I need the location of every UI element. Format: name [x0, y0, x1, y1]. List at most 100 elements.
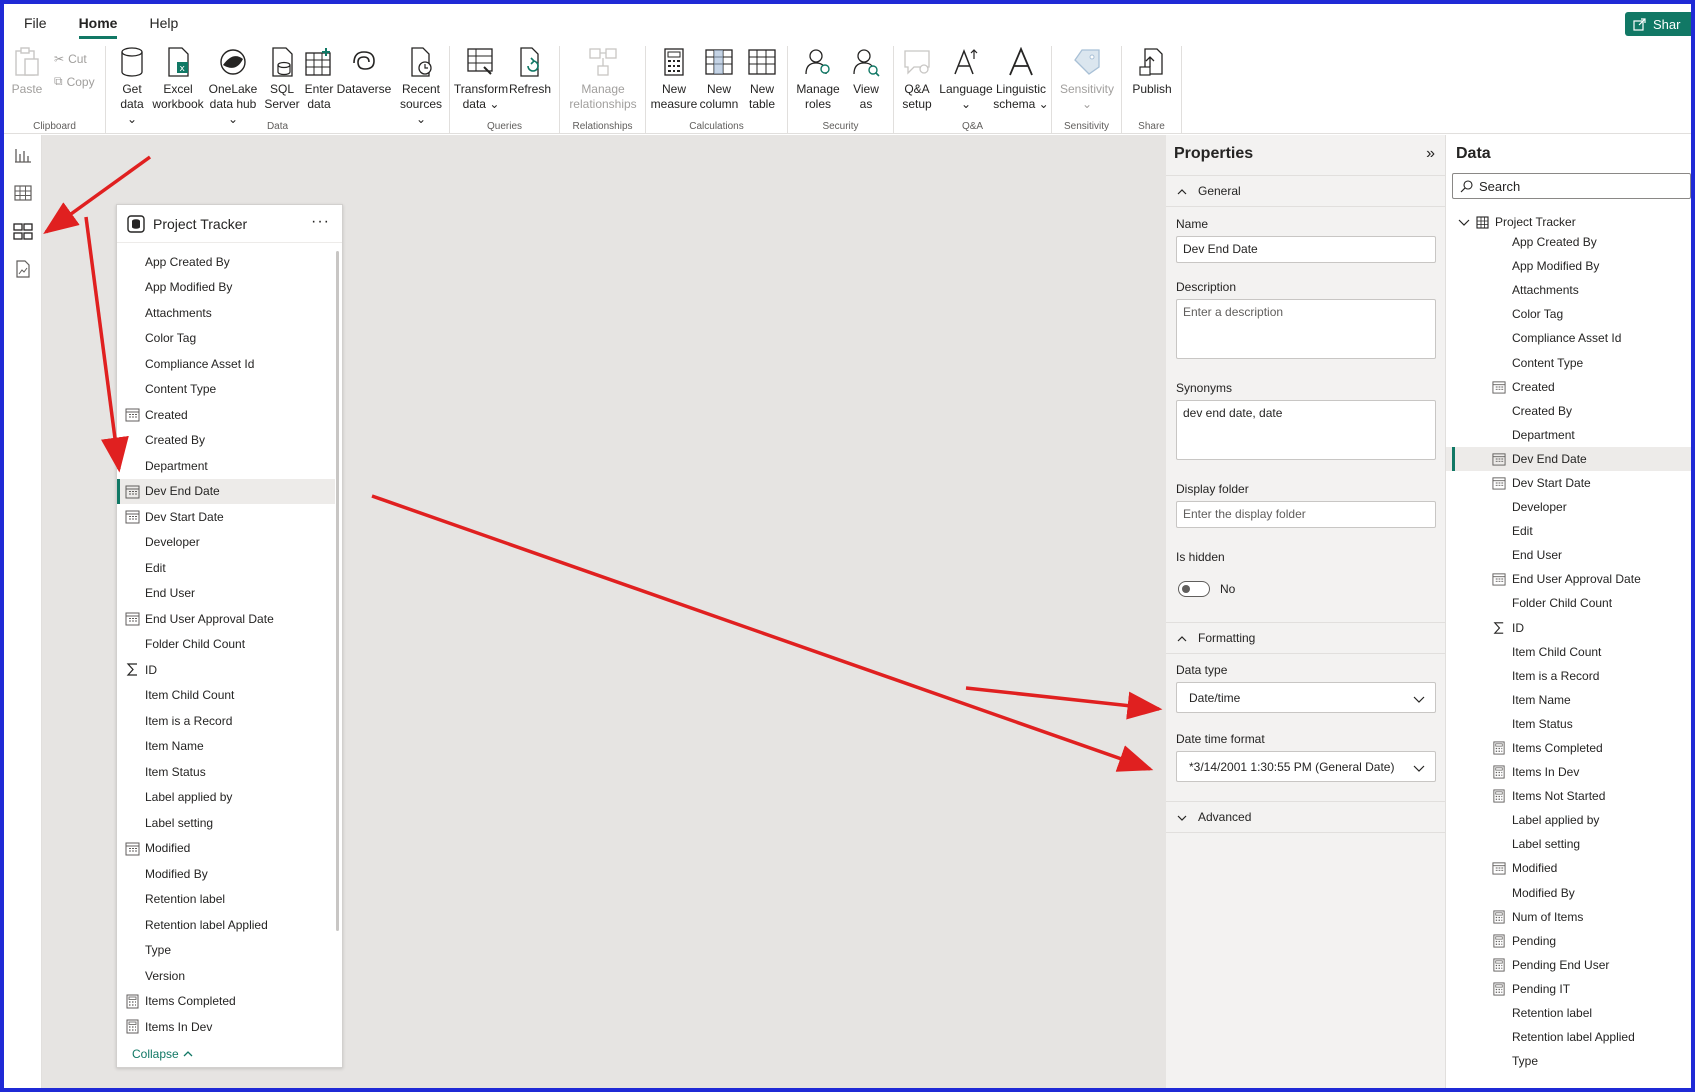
- data-field-item[interactable]: Modified: [1446, 856, 1691, 880]
- data-field-item[interactable]: Developer: [1446, 495, 1691, 519]
- data-field-item[interactable]: Created By: [1446, 399, 1691, 423]
- cut-button[interactable]: ✂ Cut: [54, 52, 87, 66]
- data-field-item[interactable]: App Created By: [1446, 230, 1691, 254]
- more-options-icon[interactable]: ···: [311, 213, 330, 231]
- data-field-item[interactable]: Label applied by: [1446, 808, 1691, 832]
- data-field-item[interactable]: Items In Dev: [1446, 760, 1691, 784]
- data-field-item[interactable]: Dev Start Date: [1446, 471, 1691, 495]
- table-field-row[interactable]: Retention label: [117, 887, 335, 913]
- section-formatting[interactable]: Formatting: [1166, 622, 1446, 654]
- table-field-row[interactable]: Attachments: [117, 300, 335, 326]
- data-field-item[interactable]: Type: [1446, 1049, 1691, 1073]
- sensitivity-button[interactable]: Sensitivity ⌄: [1056, 46, 1118, 112]
- table-field-row[interactable]: Label setting: [117, 810, 335, 836]
- collapse-link[interactable]: Collapse: [132, 1047, 193, 1061]
- data-field-item[interactable]: ID: [1446, 616, 1691, 640]
- tree-root-project-tracker[interactable]: Project Tracker: [1458, 215, 1576, 229]
- table-field-row[interactable]: Modified: [117, 836, 335, 862]
- excel-workbook-button[interactable]: x Excel workbook: [150, 46, 206, 112]
- table-view-icon[interactable]: [13, 183, 33, 203]
- card-scrollbar[interactable]: [336, 251, 339, 931]
- data-field-item[interactable]: Content Type: [1446, 350, 1691, 374]
- dax-query-view-icon[interactable]: [13, 259, 33, 279]
- manage-relationships-button[interactable]: Manage relationships: [564, 46, 642, 112]
- data-field-item[interactable]: Num of Items: [1446, 905, 1691, 929]
- data-field-item[interactable]: End User Approval Date: [1446, 567, 1691, 591]
- data-field-item[interactable]: Retention label: [1446, 1001, 1691, 1025]
- data-field-item[interactable]: Items Completed: [1446, 736, 1691, 760]
- table-field-row[interactable]: Compliance Asset Id: [117, 351, 335, 377]
- date-format-dropdown[interactable]: *3/14/2001 1:30:55 PM (General Date): [1176, 751, 1436, 782]
- data-field-item[interactable]: Department: [1446, 423, 1691, 447]
- synonyms-input[interactable]: dev end date, date: [1176, 400, 1436, 460]
- table-field-row[interactable]: Folder Child Count: [117, 632, 335, 658]
- data-field-item[interactable]: Label setting: [1446, 832, 1691, 856]
- data-field-item[interactable]: Compliance Asset Id: [1446, 326, 1691, 350]
- data-field-item[interactable]: Item Status: [1446, 712, 1691, 736]
- qa-setup-button[interactable]: Q&A setup: [896, 46, 938, 112]
- data-field-item[interactable]: Dev End Date: [1446, 446, 1691, 472]
- new-table-button[interactable]: New table: [742, 46, 782, 112]
- data-field-item[interactable]: Modified By: [1446, 881, 1691, 905]
- data-field-item[interactable]: Pending End User: [1446, 953, 1691, 977]
- table-field-row[interactable]: Edit: [117, 555, 335, 581]
- is-hidden-toggle[interactable]: [1178, 581, 1210, 597]
- table-field-row[interactable]: End User: [117, 581, 335, 607]
- table-field-row[interactable]: App Created By: [117, 249, 335, 275]
- section-general[interactable]: General: [1166, 175, 1446, 207]
- data-field-item[interactable]: End User: [1446, 543, 1691, 567]
- table-card-project-tracker[interactable]: Project Tracker ··· App Created By App Mo…: [116, 204, 343, 1068]
- new-column-button[interactable]: New column: [696, 46, 742, 112]
- new-measure-button[interactable]: New measure: [650, 46, 698, 112]
- data-field-item[interactable]: Retention label Applied: [1446, 1025, 1691, 1049]
- table-field-row[interactable]: Items Completed: [117, 989, 335, 1015]
- share-button[interactable]: Shar: [1625, 12, 1691, 36]
- data-field-item[interactable]: Edit: [1446, 519, 1691, 543]
- table-field-row[interactable]: Department: [117, 453, 335, 479]
- data-field-item[interactable]: Item Name: [1446, 688, 1691, 712]
- enter-data-button[interactable]: Enter data: [302, 46, 336, 112]
- table-field-row[interactable]: Dev End Date: [117, 478, 335, 504]
- table-field-row[interactable]: Type: [117, 938, 335, 964]
- model-view-icon[interactable]: [13, 221, 33, 241]
- table-field-row[interactable]: Item Child Count: [117, 683, 335, 709]
- table-field-row[interactable]: Version: [117, 963, 335, 989]
- menu-help[interactable]: Help: [149, 9, 178, 37]
- table-field-row[interactable]: Items In Dev: [117, 1014, 335, 1040]
- table-field-row[interactable]: Dev Start Date: [117, 504, 335, 530]
- paste-button[interactable]: Paste: [12, 46, 42, 97]
- table-field-row[interactable]: App Modified By: [117, 275, 335, 301]
- table-field-row[interactable]: Item Status: [117, 759, 335, 785]
- table-field-row[interactable]: Label applied by: [117, 785, 335, 811]
- data-field-item[interactable]: Attachments: [1446, 278, 1691, 302]
- recent-sources-button[interactable]: Recent sources ⌄: [396, 46, 446, 127]
- report-view-icon[interactable]: [13, 145, 33, 165]
- data-field-item[interactable]: Pending IT: [1446, 977, 1691, 1001]
- menu-home[interactable]: Home: [78, 9, 117, 39]
- refresh-button[interactable]: Refresh: [508, 46, 552, 97]
- collapse-pane-icon[interactable]: »: [1426, 145, 1435, 163]
- publish-button[interactable]: Publish: [1128, 46, 1176, 97]
- data-type-dropdown[interactable]: Date/time: [1176, 682, 1436, 713]
- data-field-item[interactable]: Created: [1446, 375, 1691, 399]
- data-field-item[interactable]: Pending: [1446, 929, 1691, 953]
- linguistic-schema-button[interactable]: Linguistic schema ⌄: [992, 46, 1050, 112]
- table-field-row[interactable]: Item is a Record: [117, 708, 335, 734]
- menu-file[interactable]: File: [24, 9, 47, 37]
- data-field-item[interactable]: Item is a Record: [1446, 664, 1691, 688]
- table-card-header[interactable]: Project Tracker ···: [117, 205, 342, 243]
- data-field-item[interactable]: App Modified By: [1446, 254, 1691, 278]
- manage-roles-button[interactable]: Manage roles: [792, 46, 844, 112]
- table-field-row[interactable]: End User Approval Date: [117, 606, 335, 632]
- table-field-row[interactable]: Color Tag: [117, 326, 335, 352]
- table-field-row[interactable]: Content Type: [117, 377, 335, 403]
- copy-button[interactable]: ⧉ Copy: [54, 74, 95, 89]
- data-field-item[interactable]: Item Child Count: [1446, 640, 1691, 664]
- get-data-button[interactable]: Get data ⌄: [114, 46, 150, 127]
- table-field-row[interactable]: ID: [117, 657, 335, 683]
- data-field-item[interactable]: Items Not Started: [1446, 784, 1691, 808]
- display-folder-input[interactable]: Enter the display folder: [1176, 501, 1436, 528]
- name-input[interactable]: Dev End Date: [1176, 236, 1436, 263]
- table-field-row[interactable]: Modified By: [117, 861, 335, 887]
- section-advanced[interactable]: Advanced: [1166, 801, 1446, 833]
